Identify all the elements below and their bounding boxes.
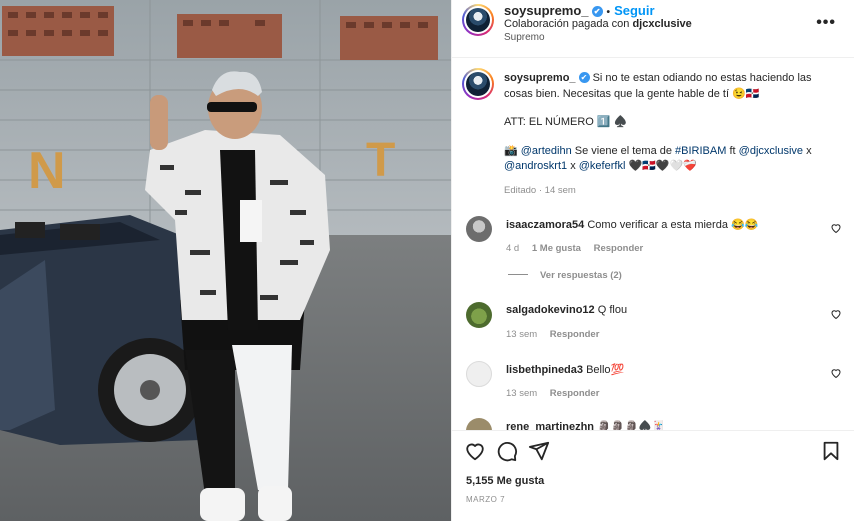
author-username[interactable]: soysupremo_	[504, 3, 589, 18]
edited-timestamp: Editado · 14 sem	[504, 184, 576, 196]
caption-username[interactable]: soysupremo_	[504, 72, 576, 84]
comment-bubble-icon[interactable]	[496, 440, 518, 462]
share-send-icon[interactable]	[528, 440, 550, 462]
comment-text: Bello💯	[586, 364, 625, 376]
ft-text: ft	[729, 144, 736, 157]
verified-badge-icon: ✔	[591, 6, 603, 17]
comment-item-partial: rene_martinezhn 🗿🗿🗿♠️🃏	[466, 418, 836, 430]
wall-letter-n: N	[28, 142, 66, 200]
caption-verified-icon: ✔	[578, 72, 590, 83]
mention-keferfkl[interactable]: @keferfkl	[579, 160, 626, 172]
separator-dot: •	[606, 7, 611, 18]
post-photo-art: N T	[0, 0, 451, 521]
comment-like-heart-icon[interactable]	[830, 222, 842, 234]
post-date: MARZO 7	[466, 495, 506, 504]
camera-emoji-icon: 📸	[504, 144, 518, 157]
comment-text: Q flou	[597, 304, 628, 316]
hearts-emoji: 🖤🇩🇴🖤🤍❤️‍🩹	[628, 160, 697, 172]
commenter-avatar[interactable]	[466, 361, 492, 387]
comment-text: 🗿🗿🗿♠️🃏	[597, 421, 666, 430]
post-side-panel: soysupremo_ ✔ • Seguir Colaboración pagada …	[451, 0, 854, 521]
x-text-2: x	[570, 160, 576, 172]
x-text-1: x	[806, 144, 812, 157]
reply-button[interactable]: Responder	[594, 243, 644, 254]
reply-button[interactable]: Responder	[550, 388, 600, 399]
view-replies-label: Ver respuestas (2)	[540, 270, 622, 281]
like-heart-icon[interactable]	[464, 440, 486, 462]
post-caption: soysupremo_ ✔ Si no te estan odiando no e…	[504, 71, 834, 198]
comment-likes[interactable]: 1 Me gusta	[532, 243, 581, 254]
paid-collab-prefix: Colaboración pagada con	[504, 18, 630, 30]
caption-line2: ATT: EL NÚMERO 1️⃣ ♠️	[504, 116, 628, 128]
comment-time: 4 d	[506, 243, 520, 254]
more-options-icon[interactable]: •••	[816, 14, 836, 32]
caption-credits: 📸 @artedihn Se viene el tema de #BIRIBAM…	[504, 144, 834, 175]
mention-androskrt1[interactable]: @androskrt1	[504, 160, 567, 172]
collab-user-link[interactable]: djcxclusive	[632, 18, 691, 30]
credit-text: Se viene el tema de	[574, 144, 672, 157]
header-divider	[452, 57, 854, 58]
comment-text: Como verificar a esta mierda 😂😂	[587, 219, 759, 231]
hashtag-biribam[interactable]: #BIRIBAM	[675, 145, 726, 157]
mention-djcxclusive[interactable]: @djcxclusive	[739, 145, 803, 157]
wall-letter-t: T	[366, 134, 395, 187]
comment-like-heart-icon[interactable]	[830, 308, 842, 320]
replies-line	[508, 274, 528, 275]
comment-username[interactable]: lisbethpineda3	[506, 364, 583, 376]
comment-like-heart-icon[interactable]	[830, 367, 842, 379]
commenter-avatar[interactable]	[466, 418, 492, 430]
comment-time: 13 sem	[506, 329, 538, 340]
mention-artedihn[interactable]: @artedihn	[521, 145, 572, 157]
reply-button[interactable]: Responder	[550, 329, 600, 340]
follow-button[interactable]: Seguir	[614, 3, 654, 18]
caption-avatar[interactable]	[462, 68, 494, 100]
likes-count[interactable]: 5,155 Me gusta	[466, 475, 544, 487]
comment-username[interactable]: rene_martinezhn	[506, 421, 594, 430]
comment-username[interactable]: salgadokevino12	[506, 304, 595, 316]
comment-time: 13 sem	[506, 388, 538, 399]
commenter-avatar[interactable]	[466, 302, 492, 328]
action-bar	[452, 430, 854, 470]
comment-username[interactable]: isaaczamora54	[506, 219, 584, 231]
post-photo[interactable]: N T	[0, 0, 451, 521]
location-link[interactable]: Supremo	[504, 32, 545, 43]
commenter-avatar[interactable]	[466, 216, 492, 242]
view-replies-button[interactable]: Ver respuestas (2)	[508, 270, 622, 281]
author-header: soysupremo_ ✔ • Seguir	[504, 3, 655, 18]
save-bookmark-icon[interactable]	[820, 440, 842, 462]
paid-collab-line: Colaboración pagada con djcxclusive	[504, 18, 692, 30]
author-avatar[interactable]	[462, 4, 494, 36]
